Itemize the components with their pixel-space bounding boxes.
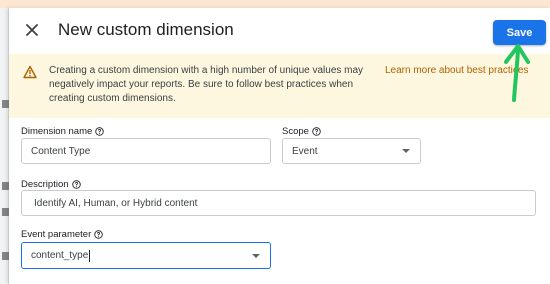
annotation-arrow-icon — [504, 44, 530, 102]
description-input[interactable]: Identify AI, Human, or Hybrid content — [21, 190, 536, 216]
event-parameter-label-text: Event parameter — [21, 229, 92, 240]
background-tick — [2, 252, 9, 260]
scope-label-text: Scope — [282, 126, 309, 137]
event-parameter-label: Event parameter — [21, 229, 103, 240]
background-page-edge — [0, 8, 9, 284]
panel-header: New custom dimension Save — [9, 8, 550, 54]
background-tick — [2, 208, 9, 216]
dimension-name-label-text: Dimension name — [21, 126, 93, 137]
help-icon[interactable] — [94, 230, 103, 239]
background-page-strip — [0, 0, 550, 8]
scope-value: Event — [292, 145, 318, 157]
warning-icon — [23, 65, 37, 79]
warning-banner: Creating a custom dimension with a high … — [9, 54, 550, 118]
description-label: Description — [21, 179, 81, 190]
dropdown-arrow-icon — [252, 253, 260, 258]
background-tick — [2, 100, 9, 108]
panel-title: New custom dimension — [58, 20, 234, 39]
dimension-name-label: Dimension name — [21, 126, 105, 137]
dimension-name-value: Content Type — [31, 145, 91, 157]
scope-label: Scope — [282, 126, 321, 137]
event-parameter-select[interactable]: content_type — [21, 242, 271, 269]
dimension-name-input[interactable]: Content Type — [21, 138, 271, 164]
help-icon[interactable] — [312, 127, 321, 136]
scope-select[interactable]: Event — [282, 138, 421, 164]
custom-dimension-panel: New custom dimension Save Creating a cus… — [9, 8, 550, 284]
text-cursor — [89, 249, 91, 262]
dropdown-arrow-icon — [402, 149, 410, 153]
event-parameter-value: content_type — [31, 250, 89, 261]
warning-text: Creating a custom dimension with a high … — [49, 65, 364, 104]
background-tick — [2, 182, 9, 190]
close-icon — [26, 24, 38, 36]
help-icon[interactable] — [95, 127, 105, 136]
description-label-text: Description — [21, 179, 69, 190]
close-button[interactable] — [23, 21, 41, 39]
description-value: Identify AI, Human, or Hybrid content — [34, 197, 198, 209]
help-icon[interactable] — [71, 180, 81, 189]
